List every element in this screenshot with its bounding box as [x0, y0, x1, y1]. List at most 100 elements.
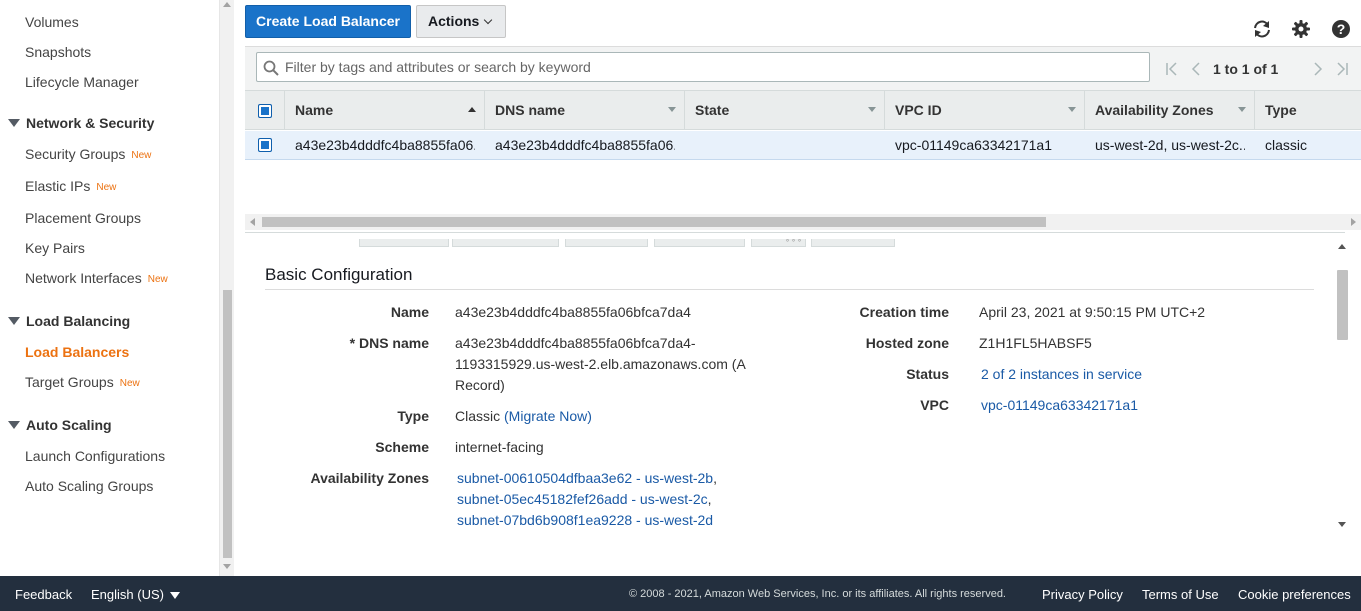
cell-state [695, 131, 875, 159]
creation-time-value: April 23, 2021 at 9:50:15 PM UTC+2 [979, 304, 1206, 320]
create-load-balancer-button[interactable]: Create Load Balancer [245, 5, 411, 38]
privacy-policy-link[interactable]: Privacy Policy [1042, 587, 1123, 602]
sidebar-item-target-groups[interactable]: Target Groups New [25, 374, 140, 390]
table-horizontal-scrollbar[interactable] [245, 214, 1361, 230]
gear-icon[interactable] [1291, 19, 1311, 39]
scroll-right-icon[interactable] [1351, 218, 1356, 226]
terms-of-use-link[interactable]: Terms of Use [1142, 587, 1219, 602]
section-load-balancing[interactable]: Load Balancing [8, 313, 130, 329]
scrollbar-thumb[interactable] [1337, 270, 1348, 340]
actions-label: Actions [428, 13, 480, 29]
subnet-link[interactable]: subnet-00610504dfbaa3e62 - us-west-2b [457, 470, 713, 486]
detail-tab[interactable] [452, 239, 559, 247]
pager-text: 1 to 1 of 1 [1213, 61, 1279, 77]
detail-tab[interactable] [811, 239, 895, 247]
subnet-link[interactable]: subnet-05ec45182fef26add - us-west-2c [457, 491, 708, 507]
sidebar-item-security-groups[interactable]: Security Groups New [25, 146, 151, 162]
column-label: Name [295, 102, 334, 118]
detail-title: Basic Configuration [265, 265, 413, 284]
feedback-link[interactable]: Feedback [15, 587, 72, 602]
name-value: a43e23b4dddfc4ba8855fa06bfca7da4 [455, 304, 691, 320]
sidebar-item-placement-groups[interactable]: Placement Groups [25, 210, 141, 226]
status-link[interactable]: 2 of 2 instances in service [981, 364, 1142, 385]
svg-text:?: ? [1337, 21, 1346, 37]
sidebar-item-auto-scaling-groups[interactable]: Auto Scaling Groups [25, 478, 153, 494]
previous-page-icon[interactable] [1189, 61, 1203, 77]
collapse-icon [8, 317, 20, 325]
sidebar-item-lifecycle-manager[interactable]: Lifecycle Manager [25, 74, 139, 90]
help-icon[interactable]: ? [1331, 19, 1351, 39]
column-header-state[interactable]: State [684, 91, 884, 130]
sidebar-item-network-interfaces[interactable]: Network Interfaces New [25, 270, 168, 286]
migrate-now-link[interactable]: (Migrate Now) [504, 408, 592, 424]
scroll-down-icon[interactable] [1338, 522, 1346, 527]
chevron-down-icon [484, 15, 493, 25]
sidebar: Volumes Snapshots Lifecycle Manager Netw… [0, 0, 219, 576]
scroll-up-icon[interactable] [1338, 244, 1346, 249]
detail-tab[interactable] [359, 239, 449, 247]
column-header-type[interactable]: Type [1254, 91, 1361, 130]
vpc-link[interactable]: vpc-01149ca63342171a1 [981, 395, 1138, 416]
sidebar-item-volumes[interactable]: Volumes [25, 14, 79, 30]
sidebar-item-snapshots[interactable]: Snapshots [25, 44, 91, 60]
table-row[interactable]: a43e23b4dddfc4ba8855fa06... a43e23b4dddf… [245, 131, 1361, 160]
sidebar-scrollbar[interactable] [219, 0, 234, 576]
copyright: © 2008 - 2021, Amazon Web Services, Inc.… [629, 588, 1006, 600]
language-selector[interactable]: English (US) [91, 587, 180, 602]
subnet-link[interactable]: subnet-07bd6b908f1ea9228 - us-west-2d [457, 512, 713, 528]
column-header-availability-zones[interactable]: Availability Zones [1084, 91, 1254, 130]
select-all-checkbox[interactable] [258, 104, 272, 118]
footer: Feedback English (US) © 2008 - 2021, Ama… [0, 576, 1361, 611]
column-label: Type [1265, 102, 1297, 118]
scroll-down-icon[interactable] [223, 564, 231, 569]
pagination: 1 to 1 of 1 [1165, 59, 1355, 79]
scheme-value: internet-facing [455, 439, 544, 455]
status-label: Status [906, 366, 949, 382]
sidebar-item-label: Network Interfaces [25, 270, 142, 286]
section-title: Load Balancing [26, 313, 131, 329]
scrollbar-thumb[interactable] [262, 217, 1046, 227]
column-header-vpc-id[interactable]: VPC ID [884, 91, 1084, 130]
type-label: Type [397, 408, 429, 424]
sidebar-item-load-balancers[interactable]: Load Balancers [25, 344, 129, 360]
scroll-up-icon[interactable] [223, 2, 231, 7]
next-page-icon[interactable] [1311, 61, 1325, 77]
sidebar-item-launch-configurations[interactable]: Launch Configurations [25, 448, 165, 464]
divider [265, 289, 1314, 290]
name-label: Name [390, 304, 429, 320]
detail-panel: Basic Configuration Name a43e23b4dddfc4b… [245, 248, 1345, 576]
sort-ascending-icon [468, 107, 476, 112]
sidebar-item-key-pairs[interactable]: Key Pairs [25, 240, 85, 256]
scroll-left-icon[interactable] [250, 218, 255, 226]
section-network-security[interactable]: Network & Security [8, 115, 154, 131]
dns-line: Record) [455, 377, 505, 393]
column-header-dns-name[interactable]: DNS name [484, 91, 684, 130]
vpc-label: VPC [920, 397, 949, 413]
type-text: Classic [455, 408, 501, 424]
search-icon [263, 60, 279, 76]
first-page-icon[interactable] [1165, 61, 1179, 77]
sidebar-item-elastic-ips[interactable]: Elastic IPs New [25, 178, 116, 194]
column-label: VPC ID [895, 102, 942, 118]
detail-tab[interactable] [565, 239, 648, 247]
hosted-zone-value: Z1H1FL5HABSF5 [979, 335, 1092, 351]
column-header-name[interactable]: Name [284, 91, 484, 130]
sidebar-item-label: Target Groups [25, 374, 114, 390]
scrollbar-thumb[interactable] [223, 290, 232, 558]
detail-tab[interactable] [654, 239, 745, 247]
cell-availability-zones: us-west-2d, us-west-2c... [1095, 137, 1245, 153]
row-checkbox[interactable] [258, 138, 272, 152]
last-page-icon[interactable] [1335, 61, 1349, 77]
drag-handle-icon[interactable]: ∘∘∘ [785, 236, 803, 245]
actions-button[interactable]: Actions [416, 5, 506, 38]
refresh-icon[interactable] [1251, 18, 1273, 40]
section-title: Auto Scaling [26, 417, 112, 433]
detail-vertical-scrollbar[interactable] [1335, 240, 1351, 533]
cookie-preferences-link[interactable]: Cookie preferences [1238, 587, 1351, 602]
column-label: Availability Zones [1095, 102, 1214, 118]
panel-splitter[interactable]: ∘∘∘ [245, 232, 1345, 248]
cell-vpc-id: vpc-01149ca63342171a1 [895, 137, 1052, 153]
section-auto-scaling[interactable]: Auto Scaling [8, 417, 112, 433]
search-input[interactable] [256, 52, 1150, 82]
section-title: Network & Security [26, 115, 155, 131]
